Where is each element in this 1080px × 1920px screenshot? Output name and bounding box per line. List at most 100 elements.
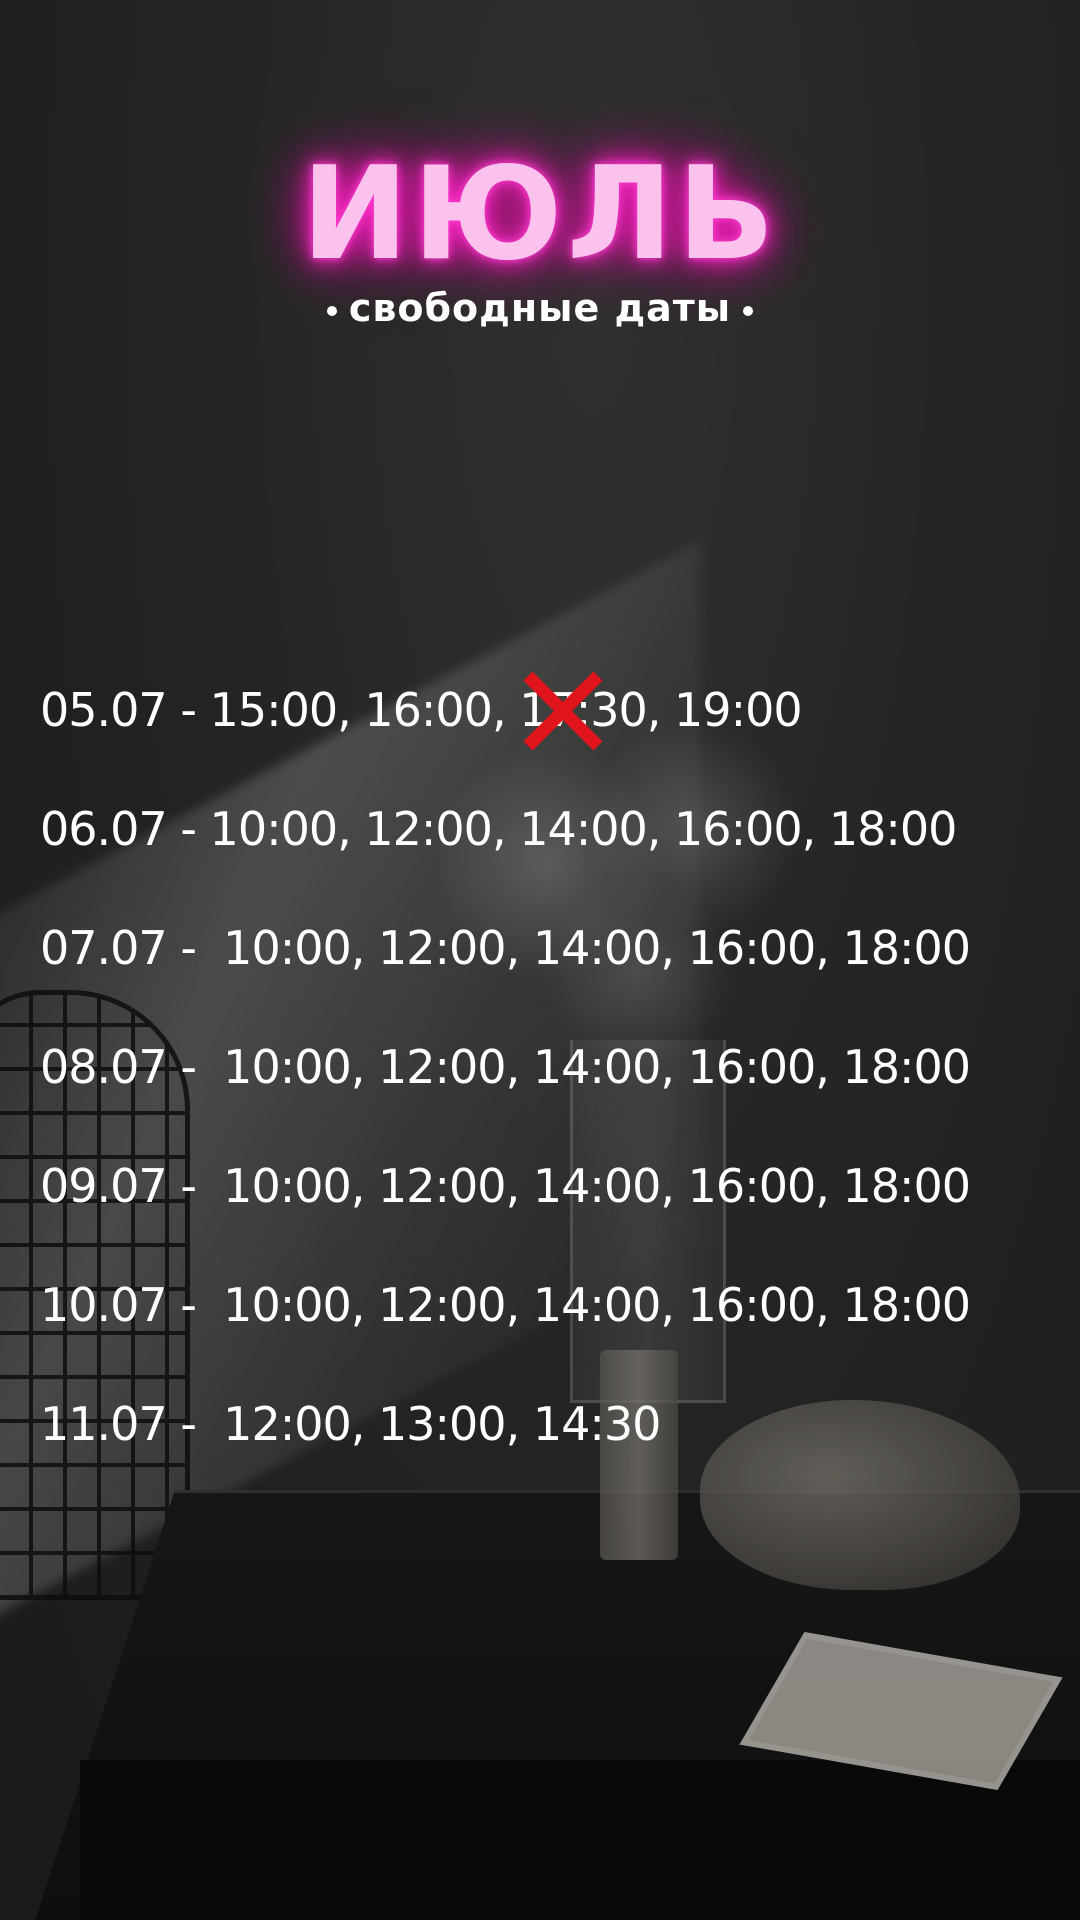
time-slot: 16:00	[687, 1278, 817, 1332]
schedule-row: 06.07 - 10:00, 12:00, 14:00, 16:00, 18:0…	[40, 794, 1060, 913]
date-label: 08.07	[40, 1040, 168, 1094]
comma-separator: ,	[815, 1159, 843, 1213]
schedule-row: 07.07 - 10:00, 12:00, 14:00, 16:00, 18:0…	[40, 913, 1060, 1032]
time-slot: 14:00	[532, 1159, 662, 1213]
time-text: 18:00	[842, 1278, 971, 1332]
comma-separator: ,	[505, 1159, 533, 1213]
date-separator: -	[166, 1159, 224, 1213]
time-slot: 12:00	[364, 802, 493, 856]
time-slot: 14:00	[533, 1278, 662, 1332]
time-text: 14:30	[532, 1397, 662, 1451]
time-slot: 16:00	[687, 1040, 817, 1094]
comma-separator: ,	[660, 1040, 688, 1094]
time-slot: 16:00	[687, 1159, 817, 1213]
time-text: 10:00	[223, 1159, 352, 1213]
time-slot: 18:00	[842, 1159, 971, 1213]
time-slot: 18:00	[842, 921, 971, 975]
time-text: 14:00	[532, 1159, 662, 1213]
date-label: 11.07	[40, 1397, 168, 1451]
time-slot: 14:00	[532, 921, 662, 975]
time-text: 12:00	[378, 921, 507, 975]
comma-separator: ,	[646, 802, 675, 856]
date-label: 09.07	[40, 1159, 168, 1213]
time-text: 16:00	[364, 683, 493, 737]
time-slot: 16:00	[687, 921, 817, 975]
comma-separator: ,	[815, 921, 843, 975]
schedule-row: 11.07 - 12:00, 13:00, 14:30	[40, 1389, 1060, 1508]
time-slot: 10:00	[223, 1040, 352, 1094]
date-separator: -	[166, 683, 210, 737]
time-slot: 19:00	[674, 683, 803, 737]
comma-separator: ,	[660, 1159, 688, 1213]
time-text: 14:00	[532, 1040, 662, 1094]
time-text: 12:00	[378, 1159, 507, 1213]
comma-separator: ,	[505, 1397, 533, 1451]
date-separator: -	[166, 1397, 224, 1451]
time-slot: 10:00	[223, 1159, 352, 1213]
time-text: 15:00	[209, 683, 339, 737]
schedule-list: 05.07 - 15:00, 16:00, 17:30, 19:00 06.07 …	[40, 671, 1060, 1508]
time-slot: 16:00	[674, 802, 803, 856]
time-slot: 12:00	[378, 921, 507, 975]
comma-separator: ,	[350, 1278, 378, 1332]
time-text: 10:00	[223, 1040, 352, 1094]
time-slot: 12:00	[223, 1397, 352, 1451]
time-text: 14:00	[532, 921, 662, 975]
date-separator: -	[166, 802, 210, 856]
time-slot: 10:00	[223, 921, 352, 975]
time-text: 10:00	[223, 1278, 352, 1332]
time-text: 18:00	[828, 802, 958, 856]
time-text: 13:00	[378, 1397, 507, 1451]
comma-separator: ,	[491, 683, 520, 737]
cross-icon	[523, 671, 603, 751]
comma-separator: ,	[801, 802, 829, 856]
date-label: 10.07	[40, 1278, 168, 1332]
time-text: 10:00	[209, 802, 339, 856]
comma-separator: ,	[350, 1040, 378, 1094]
time-text: 10:00	[223, 921, 352, 975]
date-label: 06.07	[40, 802, 168, 856]
time-slot: 13:00	[378, 1397, 507, 1451]
comma-separator: ,	[350, 921, 378, 975]
month-title: ИЮЛЬ	[301, 140, 779, 289]
time-text: 12:00	[223, 1397, 352, 1451]
time-text: 19:00	[674, 683, 803, 737]
bullet-icon	[326, 305, 337, 316]
time-text: 18:00	[842, 1040, 971, 1094]
schedule-row: 10.07 - 10:00, 12:00, 14:00, 16:00, 18:0…	[40, 1270, 1060, 1389]
time-text: 16:00	[687, 1040, 817, 1094]
date-separator: -	[166, 1040, 224, 1094]
comma-separator: ,	[505, 921, 533, 975]
comma-separator: ,	[815, 1278, 843, 1332]
time-slot: 18:00	[842, 1278, 971, 1332]
time-slot: 18:00	[828, 802, 958, 856]
comma-separator: ,	[350, 1397, 378, 1451]
time-slot: 10:00	[209, 802, 339, 856]
comma-separator: ,	[350, 1159, 378, 1213]
time-slot-cancelled: 17:30	[519, 671, 648, 751]
subtitle: свободные даты	[0, 286, 1080, 330]
schedule-row: 09.07 - 10:00, 12:00, 14:00, 16:00, 18:0…	[40, 1151, 1060, 1270]
time-text: 18:00	[842, 921, 971, 975]
comma-separator: ,	[505, 1278, 533, 1332]
comma-separator: ,	[660, 1278, 688, 1332]
comma-separator: ,	[815, 1040, 843, 1094]
date-label: 05.07	[40, 683, 168, 737]
time-slot: 12:00	[378, 1278, 507, 1332]
time-text: 12:00	[378, 1278, 507, 1332]
comma-separator: ,	[505, 1040, 533, 1094]
comma-separator: ,	[337, 683, 365, 737]
date-separator: -	[166, 1278, 224, 1332]
time-text: 14:00	[519, 802, 648, 856]
time-text: 16:00	[687, 921, 817, 975]
time-text: 16:00	[687, 1159, 817, 1213]
time-text: 16:00	[674, 802, 803, 856]
schedule-row: 05.07 - 15:00, 16:00, 17:30, 19:00	[40, 671, 1060, 794]
comma-separator: ,	[646, 683, 675, 737]
time-text: 12:00	[378, 1040, 507, 1094]
time-slot: 12:00	[378, 1159, 507, 1213]
time-text: 16:00	[687, 1278, 817, 1332]
header: ИЮЛЬ свободные даты	[0, 140, 1080, 331]
time-slot: 16:00	[364, 683, 493, 737]
subtitle-text: свободные даты	[348, 286, 732, 330]
